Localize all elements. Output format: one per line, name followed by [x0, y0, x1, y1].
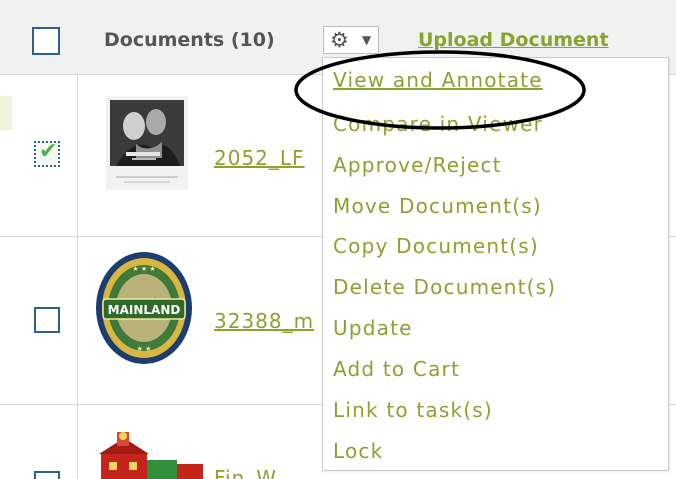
documents-title: Documents (10)	[104, 29, 275, 51]
menu-item-update[interactable]: Update	[333, 316, 413, 340]
menu-item-link-to-tasks[interactable]: Link to task(s)	[333, 398, 493, 422]
row-highlight-strip	[0, 96, 12, 130]
document-link[interactable]: 32388_m	[214, 309, 314, 333]
gear-icon: ⚙	[330, 28, 349, 52]
select-all-checkbox[interactable]	[32, 27, 60, 55]
menu-item-add-to-cart[interactable]: Add to Cart	[333, 357, 460, 381]
menu-item-move-documents[interactable]: Move Document(s)	[333, 194, 542, 218]
column-divider	[77, 74, 78, 479]
document-link[interactable]: 2052_LF	[214, 146, 305, 170]
document-thumbnail[interactable]: MAINLAND ★ ★ ★ ★ ★	[95, 251, 193, 365]
check-icon: ✔	[39, 139, 58, 164]
menu-item-approve-reject[interactable]: Approve/Reject	[333, 153, 502, 177]
menu-item-lock[interactable]: Lock	[333, 439, 383, 463]
badge-text: MAINLAND	[108, 303, 181, 317]
chevron-down-icon: ▼	[362, 33, 372, 47]
menu-item-copy-documents[interactable]: Copy Document(s)	[333, 234, 539, 258]
menu-item-view-and-annotate[interactable]: View and Annotate	[333, 68, 543, 92]
row-checkbox[interactable]	[34, 307, 60, 333]
actions-menu-button[interactable]: ⚙ ▼	[323, 26, 379, 54]
svg-text:★ ★ ★: ★ ★ ★	[132, 265, 155, 273]
menu-item-compare-in-viewer[interactable]: Compare in Viewer	[333, 112, 543, 136]
menu-item-delete-documents[interactable]: Delete Document(s)	[333, 275, 556, 299]
actions-dropdown-menu: View and Annotate Compare in Viewer Appr…	[322, 57, 669, 471]
row-checkbox[interactable]: ✔	[34, 139, 60, 167]
document-thumbnail[interactable]	[97, 432, 207, 479]
document-thumbnail[interactable]	[106, 96, 188, 190]
svg-text:★ ★: ★ ★	[137, 345, 152, 353]
document-link[interactable]: Fin_W...	[214, 466, 297, 479]
upload-document-link[interactable]: Upload Document	[418, 29, 609, 51]
row-checkbox[interactable]	[34, 471, 60, 479]
document-list-panel: Documents (10) ⚙ ▼ Upload Document ✔ 205…	[0, 0, 676, 479]
